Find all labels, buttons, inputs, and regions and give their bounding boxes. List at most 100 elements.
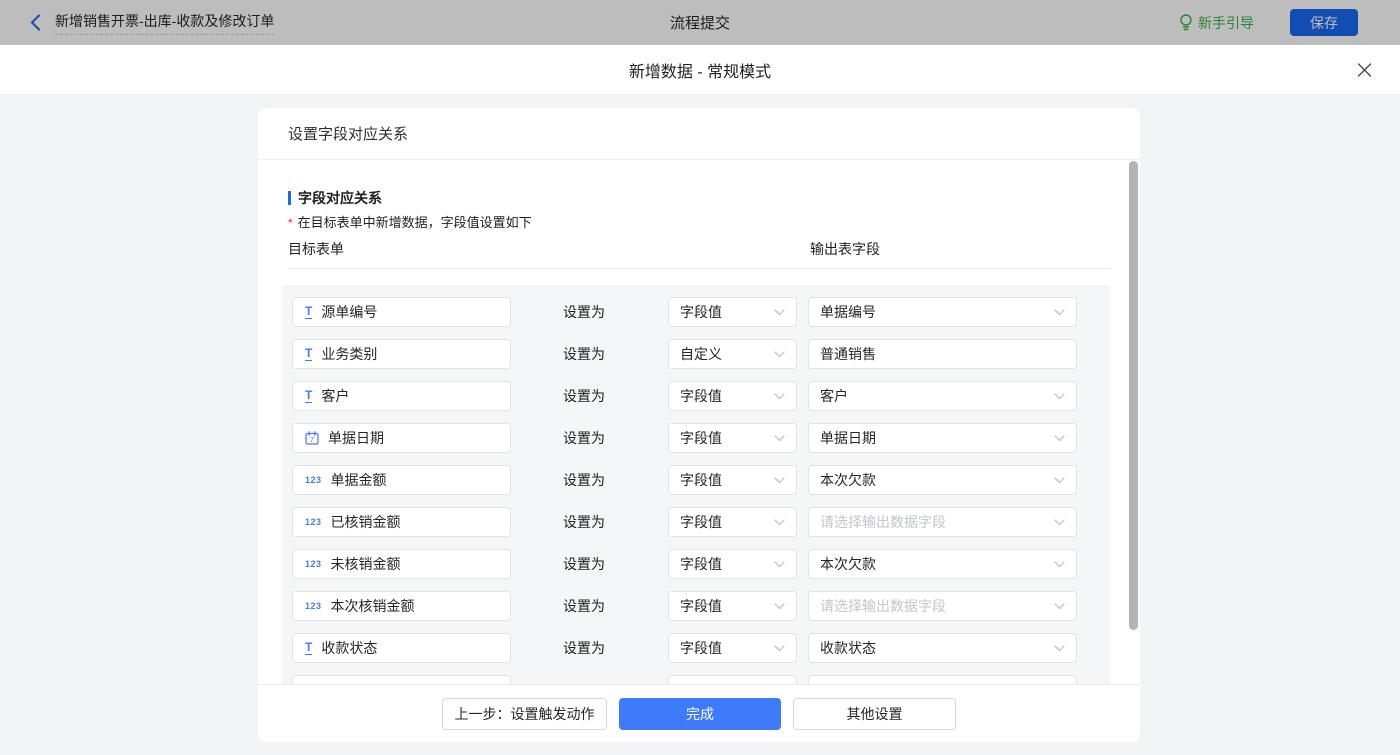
close-icon <box>1357 62 1372 77</box>
chevron-down-icon <box>774 351 785 358</box>
lightbulb-icon <box>1179 14 1193 31</box>
mode-select[interactable]: 字段值 <box>668 423 797 453</box>
section-title: 字段对应关系 <box>298 188 382 208</box>
field-mapping-row: T 收款状态 设置为 字段值 收款状态 <box>282 633 1110 663</box>
output-field-select[interactable]: 收款状态 <box>808 633 1077 663</box>
column-header-output-field: 输出表字段 <box>810 239 880 259</box>
set-as-label: 设置为 <box>563 633 605 663</box>
chevron-left-icon <box>30 14 41 31</box>
chevron-down-icon <box>774 393 785 400</box>
output-field-select[interactable]: 客户 <box>808 381 1077 411</box>
mode-select[interactable]: 字段值 <box>668 297 797 327</box>
set-as-label: 设置为 <box>563 591 605 621</box>
number-field-icon: 123 <box>305 517 322 527</box>
done-button[interactable]: 完成 <box>619 698 781 730</box>
chevron-down-icon <box>774 477 785 484</box>
mode-select[interactable]: 字段值 <box>668 591 797 621</box>
target-field-box: 123 本次核销金额 <box>292 591 511 621</box>
number-field-icon: 123 <box>305 475 322 485</box>
target-field-box: T 源单编号 <box>292 297 511 327</box>
beginner-guide-label: 新手引导 <box>1198 13 1254 33</box>
mode-select[interactable]: 字段值 <box>668 549 797 579</box>
set-as-label: 设置为 <box>563 465 605 495</box>
target-field-label: 未核销金额 <box>331 554 401 574</box>
chevron-down-icon <box>774 519 785 526</box>
chevron-down-icon <box>1054 477 1065 484</box>
workflow-title[interactable]: 新增销售开票-出库-收款及修改订单 <box>55 11 274 35</box>
mode-select[interactable]: 字段值 <box>668 507 797 537</box>
chevron-down-icon <box>774 603 785 610</box>
card-title: 设置字段对应关系 <box>258 108 1140 160</box>
modal-title: 新增数据 - 常规模式 <box>629 58 771 82</box>
field-mapping-row: T 客户 设置为 字段值 客户 <box>282 381 1110 411</box>
modal-body: 设置字段对应关系 字段对应关系 * 在目标表单中新增数据，字段值设置如下 目标表单… <box>0 95 1400 755</box>
close-button[interactable] <box>1355 60 1374 79</box>
required-asterisk: * <box>288 216 293 230</box>
chevron-down-icon <box>1054 561 1065 568</box>
mode-select[interactable]: 字段值 <box>668 633 797 663</box>
chevron-down-icon <box>774 561 785 568</box>
beginner-guide-link[interactable]: 新手引导 <box>1179 13 1254 33</box>
output-field-select[interactable]: 请选择输出数据字段 <box>808 507 1077 537</box>
modal-header: 新增数据 - 常规模式 <box>0 45 1400 95</box>
number-field-icon: 123 <box>305 601 322 611</box>
svg-text:7: 7 <box>310 435 314 444</box>
output-field-select[interactable]: 单据日期 <box>808 423 1077 453</box>
section-note: * 在目标表单中新增数据，字段值设置如下 <box>288 212 532 231</box>
target-field-box: 123 单据金额 <box>292 465 511 495</box>
chevron-down-icon <box>774 309 785 316</box>
section-marker <box>288 191 291 205</box>
screen: 新增销售开票-出库-收款及修改订单 流程提交 新手引导 保存 新增数据 - 常规… <box>0 0 1400 755</box>
scrollbar-thumb[interactable] <box>1129 161 1138 630</box>
chevron-down-icon <box>1054 603 1065 610</box>
text-field-icon: T <box>305 305 312 319</box>
field-mapping-row: 123 已核销金额 设置为 字段值 请选择输出数据字段 <box>282 507 1110 537</box>
target-field-box <box>292 675 511 684</box>
field-mapping-row <box>282 675 1110 684</box>
set-as-label: 设置为 <box>563 381 605 411</box>
mode-select[interactable]: 字段值 <box>668 381 797 411</box>
field-mapping-row: 123 本次核销金额 设置为 字段值 请选择输出数据字段 <box>282 591 1110 621</box>
mode-select[interactable]: 自定义 <box>668 339 797 369</box>
target-field-label: 收款状态 <box>321 638 377 658</box>
section-note-text: 在目标表单中新增数据，字段值设置如下 <box>298 215 532 230</box>
save-button[interactable]: 保存 <box>1290 9 1358 36</box>
mode-select[interactable]: 字段值 <box>668 465 797 495</box>
field-mapping-row: T 业务类别 设置为 自定义 普通销售 <box>282 339 1110 369</box>
output-field-input[interactable] <box>808 675 1077 684</box>
target-field-label: 业务类别 <box>321 344 377 364</box>
output-field-select[interactable]: 本次欠款 <box>808 465 1077 495</box>
output-field-select[interactable]: 本次欠款 <box>808 549 1077 579</box>
set-as-label: 设置为 <box>563 507 605 537</box>
target-field-label: 单据金额 <box>331 470 387 490</box>
target-field-label: 本次核销金额 <box>331 596 415 616</box>
chevron-down-icon <box>1054 519 1065 526</box>
output-field-select[interactable]: 请选择输出数据字段 <box>808 591 1077 621</box>
target-field-box: 123 未核销金额 <box>292 549 511 579</box>
set-as-label: 设置为 <box>563 423 605 453</box>
target-field-box: 123 已核销金额 <box>292 507 511 537</box>
target-field-box: 7 单据日期 <box>292 423 511 453</box>
mode-select[interactable] <box>668 675 797 684</box>
text-field-icon: T <box>305 389 312 403</box>
target-field-label: 客户 <box>321 386 349 406</box>
other-settings-button[interactable]: 其他设置 <box>793 698 956 730</box>
chevron-down-icon <box>1054 435 1065 442</box>
output-field-input[interactable]: 普通销售 <box>808 339 1077 369</box>
target-field-label: 单据日期 <box>328 428 384 448</box>
back-button[interactable] <box>26 10 45 35</box>
prev-step-button[interactable]: 上一步：设置触发动作 <box>442 698 607 730</box>
text-field-icon: T <box>305 641 312 655</box>
chevron-down-icon <box>1054 309 1065 316</box>
text-field-icon: T <box>305 347 312 361</box>
field-mapping-row: 123 未核销金额 设置为 字段值 本次欠款 <box>282 549 1110 579</box>
target-field-box: T 业务类别 <box>292 339 511 369</box>
target-field-label: 已核销金额 <box>331 512 401 532</box>
output-field-select[interactable]: 单据编号 <box>808 297 1077 327</box>
card-content: 字段对应关系 * 在目标表单中新增数据，字段值设置如下 目标表单 输出表字段 T … <box>258 160 1140 684</box>
set-as-label: 设置为 <box>563 549 605 579</box>
field-mapping-list: T 源单编号 设置为 字段值 单据编号 T 业务类别 设置为 自定义 <box>282 285 1110 684</box>
column-header-target-form: 目标表单 <box>288 239 344 259</box>
chevron-down-icon <box>1054 645 1065 652</box>
topbar: 新增销售开票-出库-收款及修改订单 流程提交 新手引导 保存 <box>0 0 1400 45</box>
